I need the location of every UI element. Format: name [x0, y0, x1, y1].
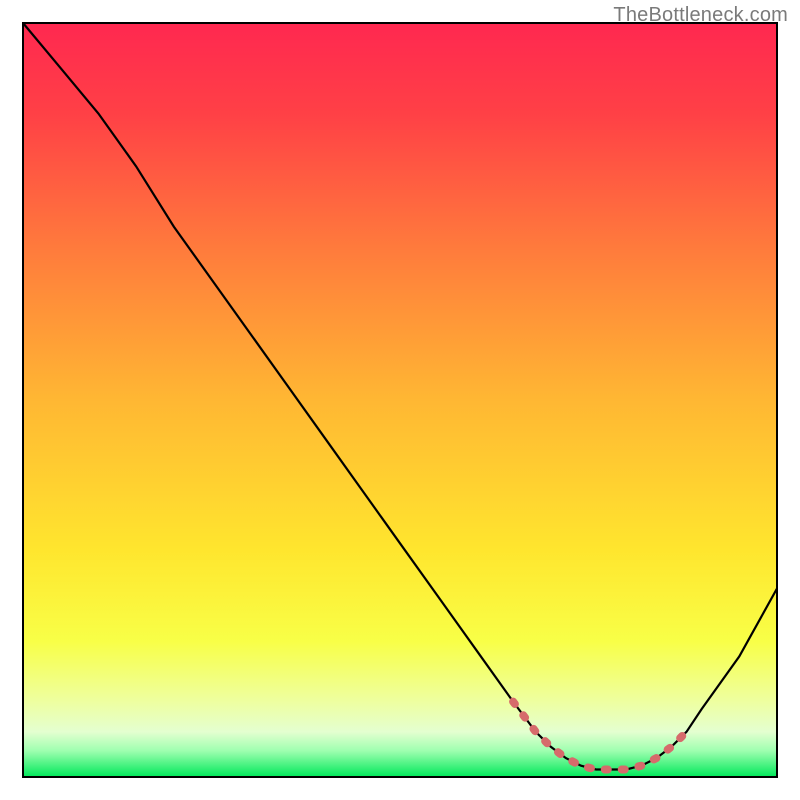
- watermark-text: TheBottleneck.com: [613, 4, 788, 27]
- chart-container: TheBottleneck.com: [0, 0, 800, 800]
- chart-svg: [0, 0, 800, 800]
- plot-background: [23, 23, 777, 777]
